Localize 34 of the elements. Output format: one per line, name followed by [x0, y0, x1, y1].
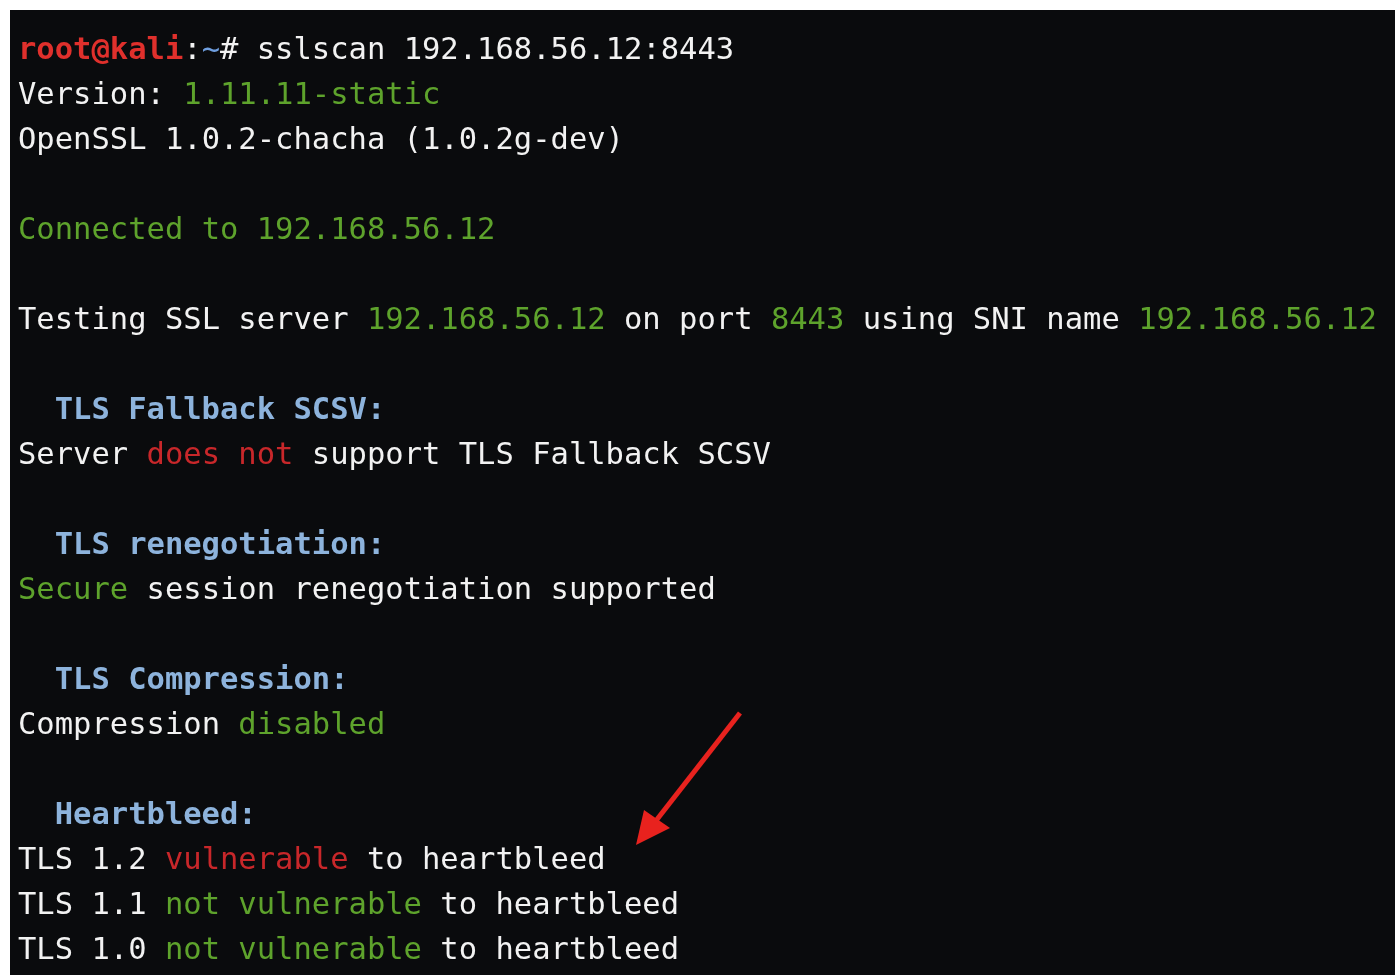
terminal-text: disabled [238, 705, 386, 743]
terminal-text: does not [146, 435, 294, 473]
section-heading: Heartbleed: [54, 795, 257, 833]
terminal-text: 192.168.56.12 [1138, 300, 1377, 338]
terminal-text: TLS 1.2 [18, 840, 148, 878]
section-heading: TLS Compression: [54, 660, 349, 698]
terminal-text: session renegotiation supported [145, 570, 716, 608]
terminal-text: : [183, 30, 202, 68]
terminal-text: OpenSSL 1.0.2-chacha (1.0.2g-dev) [18, 120, 624, 158]
terminal-text: to heartbleed [439, 885, 680, 923]
terminal-text: TLS 1.1 [18, 885, 148, 923]
terminal-text: 192.168.56.12 [366, 300, 606, 338]
terminal-text: TLS 1.0 [18, 930, 148, 968]
section-heading: TLS renegotiation: [54, 525, 386, 563]
terminal-text: 1.11.11-static [183, 75, 441, 113]
terminal-text: Testing SSL server [18, 300, 350, 338]
terminal-text: Server [18, 435, 130, 473]
terminal-text: Version: [18, 75, 166, 113]
terminal-text: Connected to 192.168.56.12 [18, 210, 496, 248]
terminal-text: # sslscan 192.168.56.12:8443 [220, 30, 735, 68]
terminal-text: using SNI name [861, 300, 1121, 338]
terminal-text: Secure [18, 570, 129, 608]
terminal-text: ~ [201, 30, 220, 68]
section-heading: TLS Fallback SCSV: [54, 390, 386, 428]
prompt-text: root@kali [18, 30, 184, 68]
terminal-text: vulnerable [164, 840, 349, 878]
terminal-text: not vulnerable [164, 930, 422, 968]
terminal-text: not vulnerable [164, 885, 422, 923]
terminal-text: to heartbleed [365, 840, 606, 878]
terminal-text: Compression [18, 705, 221, 743]
terminal-text: on port [622, 300, 754, 338]
terminal-text: 8443 [770, 300, 845, 338]
terminal-text: support TLS Fallback SCSV [310, 435, 771, 473]
terminal-text: to heartbleed [439, 930, 680, 968]
